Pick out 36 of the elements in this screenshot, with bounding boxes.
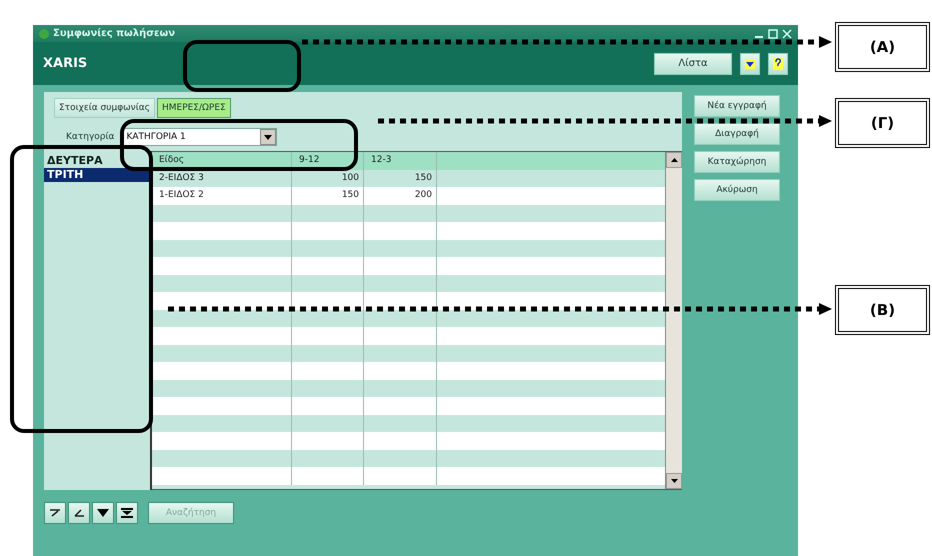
close-icon[interactable]	[782, 28, 792, 38]
day-item[interactable]: ΤΡΙΤΗ	[44, 168, 150, 182]
scrollbar[interactable]	[665, 152, 682, 489]
action-button[interactable]: Καταχώρηση	[694, 151, 780, 173]
down-arrow-icon	[670, 479, 678, 483]
action-button[interactable]: Ακύρωση	[694, 179, 780, 201]
last-record-button[interactable]	[116, 502, 138, 524]
callout-label: (A)	[835, 22, 930, 72]
action-button[interactable]: Νέα εγγραφή	[694, 95, 780, 117]
previous-icon	[73, 508, 85, 518]
category-label: Κατηγορία	[66, 132, 114, 142]
previous-record-button[interactable]	[68, 502, 90, 524]
app-icon	[39, 28, 49, 38]
list-button[interactable]: Λίστα	[654, 52, 732, 74]
window-title: Συμφωνίες πωλήσεων	[53, 28, 176, 39]
app-name: XARIS	[43, 56, 88, 71]
help-icon	[773, 58, 783, 70]
up-arrow-icon	[670, 158, 678, 162]
action-button[interactable]: Διαγραφή	[694, 123, 780, 145]
triangle-icon	[745, 58, 755, 68]
next-record-button[interactable]	[92, 502, 114, 524]
help-button[interactable]	[768, 52, 788, 74]
first-record-button[interactable]	[44, 502, 66, 524]
tab[interactable]: Στοιχεία συμφωνίας	[54, 98, 155, 118]
maximize-icon[interactable]	[768, 28, 778, 38]
last-icon	[121, 508, 133, 518]
callout-label: (Γ)	[835, 98, 930, 148]
tab[interactable]: ΗΜΕΡΕΣ/ΩΡΕΣ	[156, 98, 231, 118]
first-icon	[49, 508, 61, 518]
caret-icon	[264, 134, 272, 140]
dropdown-button[interactable]	[740, 52, 760, 74]
category-dropdown[interactable]: ΚΑΤΗΓΟΡΙΑ 1	[122, 128, 278, 146]
down-triangle-icon	[97, 509, 109, 517]
callout-label: (B)	[835, 285, 930, 335]
column-header: Είδος	[152, 152, 292, 170]
day-item[interactable]: ΔΕΥΤΕΡΑ	[44, 154, 150, 168]
